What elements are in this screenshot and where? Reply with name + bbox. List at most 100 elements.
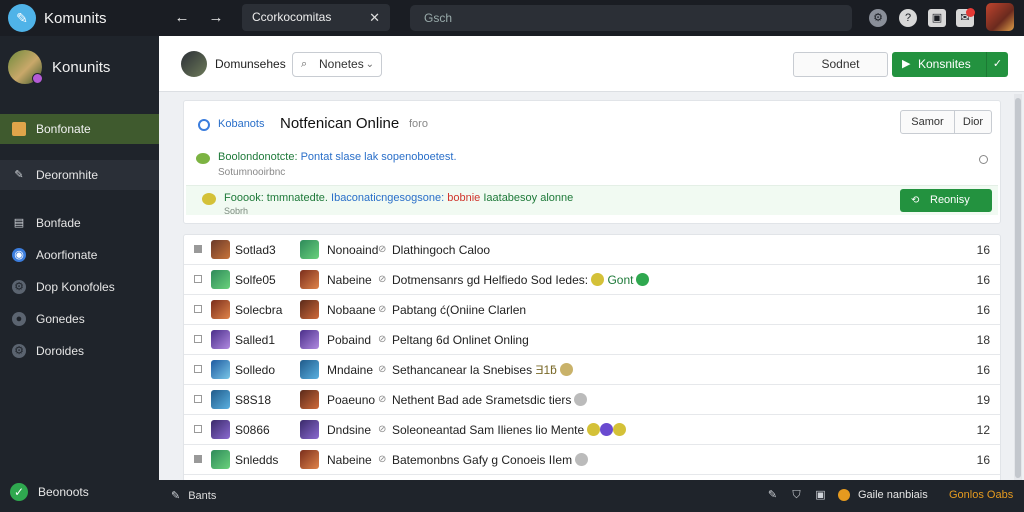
sidebar-item-label: Bonfonate [36, 122, 91, 136]
separator-icon: ⊘ [378, 364, 387, 375]
bottom-left-item[interactable]: ✎ Bants [171, 489, 216, 503]
table-row[interactable]: S8S18 Poaeuno ⊘ Nethent Bad ade Srametsd… [184, 385, 1000, 415]
back-arrow-icon[interactable]: ← [172, 8, 192, 28]
check-icon[interactable]: ✓ [986, 52, 1008, 77]
top-bar: ✎ Komunits ← → Ccorkocomitas ✕ Gsch ⚙ ? … [0, 0, 1024, 36]
notification-subtext: Sotumnooirbnc [218, 167, 286, 178]
table-row[interactable]: Solecbra Nobaane ⊘ Pabtang ć(Oniine Clar… [184, 295, 1000, 325]
sidebar-item-bonfade[interactable]: ▤ Bonfade [0, 208, 159, 238]
emoji-icon [574, 393, 588, 406]
row-checkbox[interactable] [194, 305, 202, 313]
user-icon [300, 450, 319, 469]
edit-icon[interactable]: ✎ [766, 489, 779, 502]
grid-icon[interactable]: ▣ [814, 489, 827, 502]
group-name: Salled1 [235, 333, 276, 347]
emoji-icon [575, 453, 589, 466]
row-checkbox[interactable] [194, 275, 202, 283]
app-brand[interactable]: ✎ Komunits [8, 4, 107, 32]
row-checkbox[interactable] [194, 245, 202, 253]
message-text: Dotmensanrs gd Helfiedo Sod Iedes: Gont [392, 273, 650, 287]
card-title: Notfenican Online [280, 115, 400, 132]
sidebar-bottom-item[interactable]: ✓ Beonoots [10, 483, 89, 501]
sidebar-item-doroides[interactable]: ⚙ Doroides [0, 336, 159, 366]
notification-subtext: Sobrh [224, 206, 249, 216]
notification-row[interactable]: Boolondonotcte: Pontat slase lak sopenob… [196, 151, 990, 181]
separator-icon: ⊘ [378, 454, 387, 465]
filter-dropdown[interactable]: ⌕ Nonetes ⌄ [292, 52, 382, 77]
user-name: Nobaane [327, 303, 376, 317]
table-row[interactable]: Sotlad3 Nonoaind ⊘ Dlathingoch Caloo 16 [184, 235, 1000, 265]
separator-icon: ⊘ [378, 424, 387, 435]
shield-icon[interactable]: ⛉ [790, 489, 803, 502]
help-icon[interactable]: ? [899, 9, 917, 27]
segment-dior[interactable]: Dior [954, 111, 991, 133]
segment-samor[interactable]: Samor [901, 111, 954, 133]
message-text: Soleoneantad Sam Ilienes lio Mente [392, 423, 627, 437]
user-avatar[interactable] [986, 3, 1014, 31]
sidebar-item-deoromhite[interactable]: ✎ Deoromhite [0, 160, 159, 190]
sidebar: Konunits Bonfonate ✎ Deoromhite ▤ Bonfad… [0, 36, 159, 512]
radio-button[interactable] [979, 155, 988, 164]
notification-badge [966, 8, 975, 17]
group-name: Snledds [235, 453, 279, 467]
group-name: Solecbra [235, 303, 283, 317]
card-link[interactable]: Kobanots [218, 118, 264, 130]
group-icon [211, 330, 230, 349]
table-row[interactable]: Solledo Mndaine ⊘ Sethancanear la Snebis… [184, 355, 1000, 385]
close-icon[interactable]: ✕ [369, 4, 380, 31]
table-row[interactable]: Salled1 Pobaind ⊘ Peltang 6d Onlinet Onl… [184, 325, 1000, 355]
settings-icon[interactable]: ⚙ [869, 9, 887, 27]
sidebar-item-aoorfionate[interactable]: ◉ Aoorfionate [0, 240, 159, 270]
row-count: 16 [976, 453, 990, 467]
chat-icon: ● [12, 312, 26, 326]
dropdown-value: Nonetes [319, 57, 364, 71]
table-row[interactable]: Snledds Nabeine ⊘ Batemonbns Gafy g Cono… [184, 445, 1000, 475]
row-checkbox[interactable] [194, 335, 202, 343]
user-name: Mndaine [327, 363, 374, 377]
forward-arrow-icon[interactable]: → [206, 8, 226, 28]
sidebar-item-label: Doroides [36, 344, 85, 358]
scrollbar-thumb[interactable] [1015, 98, 1021, 478]
sodnet-button[interactable]: Sodnet [793, 52, 888, 77]
coin-label[interactable]: Gaile nanbiais [858, 489, 928, 501]
orange-link[interactable]: Gonlos Oabs [949, 489, 1013, 501]
sidebar-item-dop-konofoles[interactable]: ⚙ Dop Konofoles [0, 272, 159, 302]
group-name: Sotlad3 [235, 243, 276, 257]
emoji-icon [587, 423, 601, 436]
group-icon [211, 300, 230, 319]
row-checkbox[interactable] [194, 425, 202, 433]
user-name: Pobaind [327, 333, 372, 347]
table-row[interactable]: S0866 Dndsine ⊘ Soleoneantad Sam Ilienes… [184, 415, 1000, 445]
status-icon: ✓ [10, 483, 28, 501]
reply-button[interactable]: ⟲ Reonisy [900, 189, 992, 212]
menu-icon[interactable]: ▣ [928, 9, 946, 27]
primary-action-button[interactable]: ▶ Konsnites ✓ [892, 52, 1008, 77]
sidebar-item-label: Gonedes [36, 312, 85, 326]
profile-name: Konunits [52, 58, 111, 76]
row-checkbox[interactable] [194, 455, 202, 463]
message-text: Peltang 6d Onlinet Onling [392, 333, 529, 347]
row-checkbox[interactable] [194, 365, 202, 373]
sidebar-item-gonedes[interactable]: ● Gonedes [0, 304, 159, 334]
notification-card: Kobanots Notfenican Online foro Samor Di… [183, 100, 1001, 224]
sidebar-item-label: Dop Konofoles [36, 280, 115, 294]
pencil-icon: ✎ [171, 490, 181, 502]
table-row[interactable]: Solfe05 Nabeine ⊘ Dotmensanrs gd Helfied… [184, 265, 1000, 295]
emoji-icon [636, 273, 650, 286]
group-name: S0866 [235, 423, 270, 437]
pencil-icon: ✎ [14, 169, 24, 181]
search-input[interactable]: Gsch [410, 5, 852, 31]
browser-tab[interactable]: Ccorkocomitas ✕ [242, 4, 390, 31]
emoji-icon [591, 273, 605, 286]
scrollbar[interactable] [1014, 94, 1022, 480]
avatar [8, 50, 43, 84]
sidebar-profile[interactable]: Konunits [8, 50, 110, 84]
highlighted-notification-row[interactable]: Fooook: tmmnatedte. Ibaconaticngesogsone… [186, 185, 998, 216]
reply-button-label: Reonisy [930, 194, 970, 206]
user-name: Poaeuno [327, 393, 376, 407]
group-icon [211, 450, 230, 469]
user-icon [300, 390, 319, 409]
sidebar-item-bonfonate[interactable]: Bonfonate [0, 114, 159, 144]
row-checkbox[interactable] [194, 395, 202, 403]
emoji-icon [613, 423, 627, 436]
